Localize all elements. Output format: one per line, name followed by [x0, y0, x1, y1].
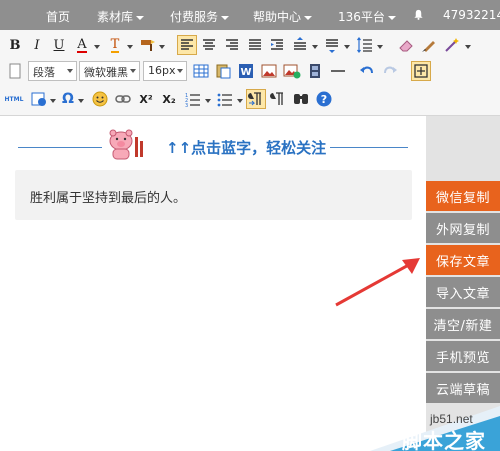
search-replace-icon[interactable] [292, 90, 310, 108]
nav-materials-label: 素材库 [97, 10, 134, 24]
chevron-down-icon [67, 69, 73, 73]
chevron-down-icon[interactable] [465, 45, 471, 49]
font-size-select[interactable]: 16px [143, 61, 187, 81]
brush-icon[interactable] [420, 36, 438, 54]
image-icon[interactable] [260, 62, 278, 80]
cloud-draft-button[interactable]: 云端草稿 [426, 373, 500, 403]
content-text[interactable]: 胜利属于坚持到最后的人。 [30, 187, 186, 206]
font-color-button[interactable]: A [73, 36, 91, 54]
watermark-site: 脚本之家 [402, 429, 486, 451]
chevron-down-icon [221, 15, 230, 20]
nav-materials[interactable]: 素材库 [97, 8, 145, 25]
table-icon[interactable] [192, 62, 210, 80]
chevron-down-icon [304, 15, 313, 20]
bold-button[interactable]: B [6, 36, 24, 54]
special-char-button[interactable]: Ω [59, 90, 77, 108]
chevron-down-icon [136, 15, 145, 20]
nav-paid-services[interactable]: 付费服务 [170, 8, 230, 25]
eraser-icon[interactable] [397, 36, 415, 54]
multi-image-icon[interactable] [283, 62, 301, 80]
svg-text:3: 3 [185, 103, 188, 108]
italic-button[interactable]: I [28, 36, 46, 54]
chevron-down-icon[interactable] [237, 99, 243, 103]
subscript-button[interactable]: X₂ [160, 90, 178, 108]
red-arrow-annotation [335, 258, 420, 307]
help-icon-label: ? [321, 93, 327, 106]
banner-divider-right [330, 147, 408, 148]
font-family-select[interactable]: 微软雅黑 [79, 61, 140, 81]
mobile-preview-button[interactable]: 手机预览 [426, 341, 500, 371]
paragraph-select[interactable]: 段落 [28, 61, 77, 81]
follow-banner-text: ↑↑点击蓝字，轻松关注 [166, 139, 327, 157]
chevron-down-icon[interactable] [312, 45, 318, 49]
emoji-icon[interactable] [91, 90, 109, 108]
fullscreen-icon[interactable] [411, 61, 431, 81]
chevron-down-icon [387, 15, 396, 20]
font-color-label: A [77, 36, 87, 53]
banner-divider-left [18, 147, 102, 148]
undo-icon[interactable] [358, 62, 376, 80]
clear-new-button[interactable]: 清空/新建 [426, 309, 500, 339]
align-justify-icon[interactable] [246, 36, 264, 54]
external-copy-button[interactable]: 外网复制 [426, 213, 500, 243]
pig-mascot-icon [109, 129, 143, 160]
chevron-down-icon[interactable] [127, 45, 133, 49]
format-painter-icon[interactable] [139, 36, 157, 54]
help-icon[interactable]: ? [315, 90, 333, 108]
bg-color-label: T [110, 36, 120, 53]
underline-button[interactable]: U [50, 36, 68, 54]
paragraph-spacing-icon[interactable] [291, 36, 309, 54]
paragraph-select-value: 段落 [33, 66, 55, 79]
paste-icon[interactable] [214, 62, 232, 80]
paragraph-spacing-after-icon[interactable] [323, 36, 341, 54]
font-family-select-value: 微软雅黑 [84, 66, 128, 79]
svg-text:W: W [240, 67, 251, 78]
editor-toolbar: B I U A T 段落 微软雅黑 16px W HTML Ω X² X₂ 12… [0, 30, 500, 116]
nav-platform[interactable]: 136平台 [338, 8, 396, 25]
word-import-icon[interactable]: W [237, 62, 255, 80]
insert-frame-icon[interactable] [30, 90, 48, 108]
user-id[interactable]: 479322146 [443, 8, 500, 22]
nav-paid-label: 付费服务 [170, 10, 219, 24]
align-right-icon[interactable] [223, 36, 241, 54]
bg-color-button[interactable]: T [106, 36, 124, 54]
wechat-copy-button[interactable]: 微信复制 [426, 181, 500, 211]
rtl-direction-icon[interactable] [269, 90, 287, 108]
unordered-list-icon[interactable] [216, 90, 234, 108]
chevron-down-icon[interactable] [205, 99, 211, 103]
indent-icon[interactable] [268, 36, 286, 54]
bell-icon[interactable] [413, 9, 424, 20]
font-size-select-value: 16px [148, 64, 176, 77]
new-document-icon[interactable] [6, 62, 24, 80]
nav-home[interactable]: 首页 [46, 8, 70, 25]
horizontal-rule-icon[interactable] [329, 62, 347, 80]
line-height-icon[interactable] [356, 36, 374, 54]
chevron-down-icon[interactable] [344, 45, 350, 49]
redo-icon[interactable] [381, 62, 399, 80]
chevron-down-icon [130, 69, 136, 73]
nav-platform-label: 136平台 [338, 10, 385, 24]
video-icon[interactable] [306, 62, 324, 80]
align-center-icon[interactable] [200, 36, 218, 54]
link-icon[interactable] [114, 90, 132, 108]
chevron-down-icon[interactable] [377, 45, 383, 49]
top-nav: 首页 素材库 付费服务 帮助中心 136平台 479322146 [0, 0, 500, 30]
chevron-down-icon[interactable] [78, 99, 84, 103]
nav-help-center[interactable]: 帮助中心 [253, 8, 313, 25]
ordered-list-icon[interactable]: 123 [184, 90, 202, 108]
save-article-button[interactable]: 保存文章 [426, 245, 500, 275]
align-left-icon[interactable] [177, 35, 197, 55]
chevron-down-icon [177, 69, 183, 73]
chevron-down-icon[interactable] [50, 99, 56, 103]
import-article-button[interactable]: 导入文章 [426, 277, 500, 307]
watermark-domain: jb51.net [430, 412, 473, 426]
ltr-direction-icon[interactable] [246, 89, 266, 109]
superscript-button[interactable]: X² [137, 90, 155, 108]
chevron-down-icon[interactable] [94, 45, 100, 49]
nav-help-label: 帮助中心 [253, 10, 302, 24]
magic-wand-icon[interactable] [443, 36, 461, 54]
html-source-button[interactable]: HTML [3, 90, 25, 108]
chevron-down-icon[interactable] [159, 45, 165, 49]
